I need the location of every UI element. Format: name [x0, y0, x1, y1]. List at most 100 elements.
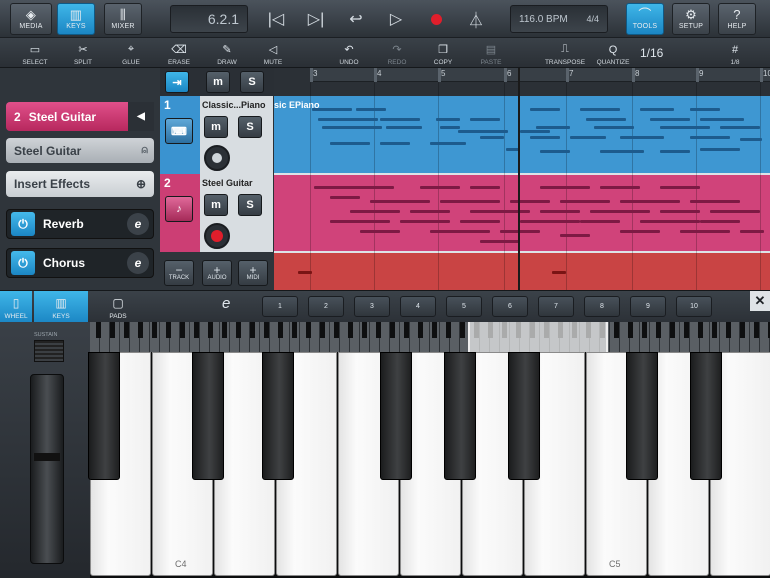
track-record-arm-button[interactable] — [204, 223, 230, 249]
power-icon[interactable]: ⏻ — [11, 212, 35, 236]
mixer-icon: ⫼ — [119, 7, 127, 22]
insert-effects-header[interactable]: Insert Effects ⊕ — [6, 171, 154, 197]
pads-tab[interactable]: ▢ PADS — [96, 291, 140, 323]
media-icon: ◈ — [25, 7, 37, 22]
bar-marker: 8 — [632, 68, 639, 82]
black-key[interactable] — [88, 352, 120, 480]
selected-track-selector[interactable]: 2 Steel Guitar ◀ — [6, 102, 154, 131]
black-key[interactable] — [262, 352, 294, 480]
playhead[interactable] — [518, 68, 520, 290]
close-keyboard-button[interactable]: ✕ — [750, 291, 770, 311]
track-header-1[interactable]: 1 Classic...Piano ⌨ m S — [160, 96, 273, 174]
octave-button-3[interactable]: 3 — [354, 296, 390, 317]
bar-marker: 6 — [504, 68, 511, 82]
track-mute-button[interactable]: m — [204, 194, 228, 216]
mute-tool[interactable]: ◁ MUTE — [250, 38, 296, 68]
black-key[interactable] — [444, 352, 476, 480]
grid-button[interactable]: #1/8 — [712, 38, 758, 68]
metronome-button[interactable]: ⏃ — [458, 5, 494, 33]
quantize-button[interactable]: Q QUANTIZE — [590, 38, 636, 68]
play-button[interactable]: ▷ — [378, 5, 414, 33]
octave-button-1[interactable]: 1 — [262, 296, 298, 317]
rewind-to-start-button[interactable]: |◁ — [258, 5, 294, 33]
timeline-ruler[interactable]: 3 4 5 6 7 8 9 10 — [310, 68, 770, 82]
black-key[interactable] — [690, 352, 722, 480]
quantize-value[interactable]: 1/16 — [640, 46, 663, 60]
edit-effect-icon[interactable]: e — [127, 213, 149, 235]
edit-instrument-button[interactable]: e — [222, 295, 230, 312]
keyboard-overview[interactable] — [90, 322, 770, 352]
forward-to-end-button[interactable]: ▷| — [298, 5, 334, 33]
global-solo-button[interactable]: S — [240, 71, 264, 93]
octave-button-6[interactable]: 6 — [492, 296, 528, 317]
add-midi-track-button[interactable]: + MIDI — [238, 260, 268, 286]
octave-button-8[interactable]: 8 — [584, 296, 620, 317]
bell-icon: ⍝ — [141, 144, 148, 156]
track-solo-button[interactable]: S — [238, 194, 262, 216]
tools-button[interactable]: ⌒ TOOLS — [626, 3, 664, 35]
octave-button-10[interactable]: 10 — [676, 296, 712, 317]
visible-range-window[interactable] — [468, 322, 608, 352]
sustain-button[interactable] — [34, 340, 64, 362]
draw-tool[interactable]: ✎ DRAW — [204, 38, 250, 68]
track-lane-3[interactable] — [274, 252, 770, 290]
help-button[interactable]: ? HELP — [718, 3, 756, 35]
setup-button[interactable]: ⚙ SETUP — [672, 3, 710, 35]
octave-button-2[interactable]: 2 — [308, 296, 344, 317]
play-icon: ▷ — [389, 11, 403, 28]
track-mute-button[interactable]: m — [204, 116, 228, 138]
track-header-2[interactable]: 2 Steel Guitar ♪ m S — [160, 174, 273, 252]
track-instrument-button[interactable]: ⌨ — [165, 118, 193, 144]
black-key[interactable] — [380, 352, 412, 480]
track-lane-2[interactable] — [274, 174, 770, 252]
bar-marker: 4 — [374, 68, 381, 82]
wheel-tab[interactable]: ▯ WHEEL — [0, 291, 32, 323]
octave-button-9[interactable]: 9 — [630, 296, 666, 317]
effect-slot-chorus[interactable]: ⏻ Chorus e — [6, 248, 154, 278]
plus-icon: + — [249, 263, 257, 277]
record-button[interactable] — [418, 5, 454, 33]
inspector-toggle-button[interactable]: ⇥ — [165, 71, 189, 93]
tempo-display[interactable]: 116.0 BPM 4/4 — [510, 5, 608, 33]
octave-button-5[interactable]: 5 — [446, 296, 482, 317]
delete-track-button[interactable]: − TRACK — [164, 260, 194, 286]
octave-button-7[interactable]: 7 — [538, 296, 574, 317]
black-key[interactable] — [508, 352, 540, 480]
edit-effect-icon[interactable]: e — [127, 252, 149, 274]
collapse-arrow-icon: ◀ — [128, 102, 154, 131]
black-key[interactable] — [626, 352, 658, 480]
global-mute-button[interactable]: m — [206, 71, 230, 93]
pitch-wheel-center — [34, 453, 60, 461]
power-icon[interactable]: ⏻ — [11, 251, 35, 275]
pitch-wheel[interactable] — [30, 374, 64, 564]
undo-button[interactable]: ↶ UNDO — [326, 38, 372, 68]
track-name: Classic...Piano — [202, 100, 266, 110]
pencil-icon: ✎ — [222, 44, 232, 56]
transpose-button[interactable]: ⎍ TRANSPOSE — [542, 38, 588, 68]
black-key[interactable] — [192, 352, 224, 480]
select-tool[interactable]: ▭ SELECT — [12, 38, 58, 68]
keys-button[interactable]: ▥ KEYS — [57, 3, 95, 35]
media-button[interactable]: ◈ MEDIA — [10, 3, 52, 35]
split-tool[interactable]: ✂ SPLIT — [60, 38, 106, 68]
copy-button[interactable]: ❐ COPY — [420, 38, 466, 68]
octave-button-4[interactable]: 4 — [400, 296, 436, 317]
paste-button[interactable]: ▤ PASTE — [468, 38, 514, 68]
track-lane-1[interactable]: sic EPiano — [274, 96, 770, 174]
add-audio-track-button[interactable]: + AUDIO — [202, 260, 232, 286]
redo-button[interactable]: ↷ REDO — [374, 38, 420, 68]
keys-tab[interactable]: ▥ KEYS — [34, 291, 88, 323]
track-instrument-button[interactable]: ♪ — [165, 196, 193, 222]
piano-keys-icon: ▥ — [55, 296, 67, 310]
bar-marker: 10 — [760, 68, 770, 82]
loop-button[interactable]: ↩ — [338, 5, 374, 33]
mixer-button[interactable]: ⫼ MIXER — [104, 3, 142, 35]
effect-slot-reverb[interactable]: ⏻ Reverb e — [6, 209, 154, 239]
erase-tool[interactable]: ⌫ ERASE — [156, 38, 202, 68]
plus-icon: + — [213, 263, 221, 277]
track-record-arm-button[interactable] — [204, 145, 230, 171]
song-position-display[interactable]: 6.2.1 — [170, 5, 248, 33]
instrument-selector[interactable]: Steel Guitar ⍝ — [6, 138, 154, 163]
glue-tool[interactable]: ⌖ GLUE — [108, 38, 154, 68]
track-solo-button[interactable]: S — [238, 116, 262, 138]
